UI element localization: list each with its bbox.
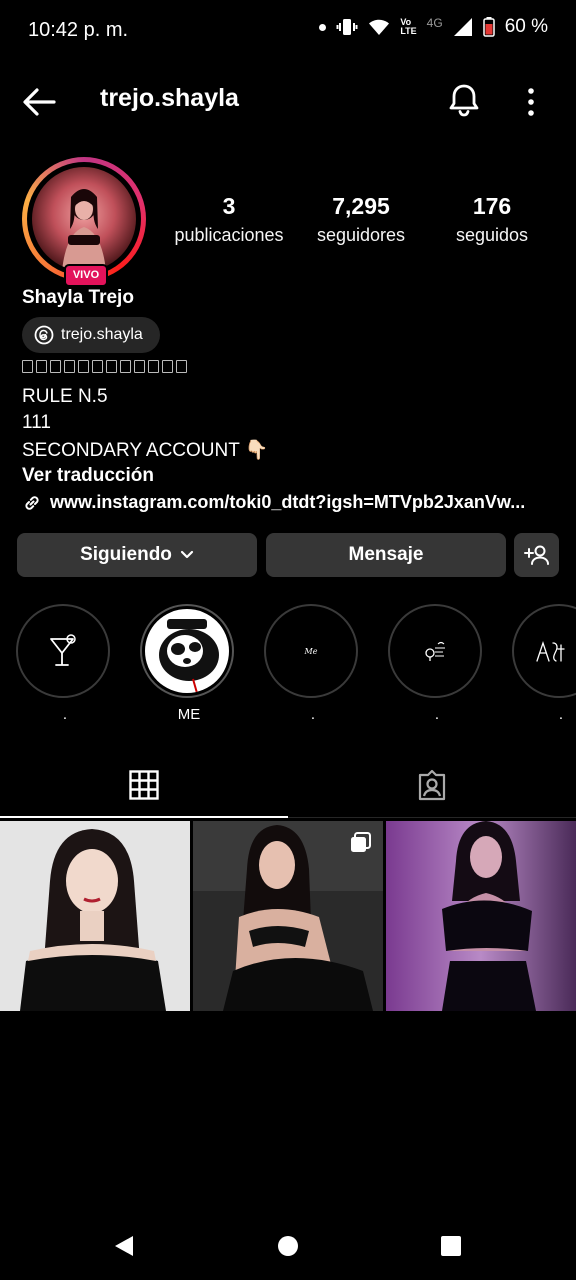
bio-line: 111 (22, 412, 51, 433)
post-photo (0, 821, 190, 1011)
wifi-icon (369, 19, 390, 35)
glyph-box (50, 360, 61, 373)
status-bar: 10:42 p. m. Vo LTE 4G 60 % (0, 0, 576, 62)
nav-back-icon[interactable] (113, 1234, 135, 1258)
panda-cover (159, 619, 219, 693)
link-icon (25, 495, 39, 510)
highlight-item[interactable]: . (388, 604, 486, 724)
highlight-label: . (434, 706, 440, 723)
full-name: Shayla Trejo (22, 287, 134, 308)
tab-indicator (0, 816, 288, 818)
bio-line: RULE N.5 (22, 386, 108, 407)
stat-followers[interactable]: 7,295 seguidores (300, 193, 422, 246)
stat-label: publicaciones (174, 225, 284, 245)
more-options-icon[interactable] (517, 82, 545, 122)
notification-dot-icon (319, 23, 327, 31)
post-thumbnail[interactable] (193, 821, 383, 1011)
stat-value: 7,295 (332, 193, 390, 219)
status-time: 10:42 p. m. (28, 19, 129, 41)
bio-symbols (22, 360, 187, 373)
suggest-people-button[interactable] (514, 533, 559, 577)
threads-badge[interactable]: trejo.shayla (22, 317, 160, 353)
system-nav-bar (0, 1220, 576, 1280)
highlight-label: . (62, 706, 68, 723)
battery-icon (482, 17, 495, 37)
following-label: Siguiendo (80, 544, 172, 565)
threads-icon (34, 325, 54, 345)
location-scribble (425, 641, 445, 661)
add-person-icon (523, 545, 549, 565)
battery-percent: 60 % (504, 16, 548, 37)
glyph-box (36, 360, 47, 373)
post-photo (386, 821, 576, 1011)
bio-link-text: www.instagram.com/toki0_dtdt?igsh=MTVpb2… (50, 492, 526, 512)
bio-line: SECONDARY ACCOUNT 👇🏻 (22, 440, 269, 461)
glyph-box (148, 360, 159, 373)
message-button[interactable]: Mensaje (266, 533, 506, 577)
back-arrow-icon[interactable] (18, 82, 58, 122)
network-type: 4G (426, 16, 443, 30)
stat-label: seguidores (316, 225, 406, 245)
stat-label: seguidos (455, 225, 529, 245)
avatar-story-ring[interactable] (22, 157, 146, 281)
me-script: Me (304, 646, 318, 656)
glyph-box (22, 360, 33, 373)
glyph-box (120, 360, 131, 373)
highlight-label: . (558, 706, 564, 723)
glyph-box (106, 360, 117, 373)
chevron-down-icon (180, 550, 194, 559)
glyph-box (92, 360, 103, 373)
stat-following[interactable]: 176 seguidos (440, 193, 544, 246)
tagged-person-icon[interactable] (416, 769, 448, 801)
bio-link[interactable]: www.instagram.com/toki0_dtdt?igsh=MTVpb2… (22, 492, 525, 513)
threads-handle: trejo.shayla (61, 326, 143, 343)
bell-icon[interactable] (444, 80, 484, 120)
avatar (32, 167, 136, 271)
highlight-item[interactable]: . (16, 604, 114, 724)
vibrate-icon (336, 19, 358, 35)
glyph-box (176, 360, 187, 373)
profile-tabs (0, 752, 576, 818)
signal-icon (453, 18, 472, 36)
highlight-item[interactable]: ME (140, 604, 238, 724)
avatar-photo (62, 189, 106, 271)
translate-link[interactable]: Ver traducción (22, 465, 154, 487)
glyph-box (64, 360, 75, 373)
highlight-label: ME (177, 706, 201, 723)
status-icons: Vo LTE 4G 60 % (319, 16, 548, 38)
post-thumbnail[interactable] (386, 821, 576, 1011)
highlight-item[interactable]: . (512, 604, 576, 724)
glyph-box (78, 360, 89, 373)
cocktail-icon (50, 634, 76, 666)
nav-recents-icon[interactable] (441, 1236, 461, 1256)
glyph-box (134, 360, 145, 373)
post-thumbnail[interactable] (0, 821, 190, 1011)
message-label: Mensaje (348, 544, 424, 565)
profile-header: trejo.shayla (0, 62, 576, 138)
header-username: trejo.shayla (100, 84, 239, 112)
stat-value: 176 (472, 193, 512, 219)
nav-home-icon[interactable] (278, 1236, 298, 1256)
volte-indicator: Vo LTE (400, 17, 417, 36)
stat-posts[interactable]: 3 publicaciones (162, 193, 296, 246)
stat-value: 3 (222, 193, 236, 219)
highlight-label: . (310, 706, 316, 723)
sketch-figures (536, 640, 565, 662)
following-button[interactable]: Siguiendo (17, 533, 257, 577)
highlight-item[interactable]: Me . (264, 604, 362, 724)
live-badge: VIVO (64, 264, 108, 287)
grid-icon[interactable] (129, 770, 159, 800)
glyph-box (162, 360, 173, 373)
carousel-icon (351, 832, 371, 852)
